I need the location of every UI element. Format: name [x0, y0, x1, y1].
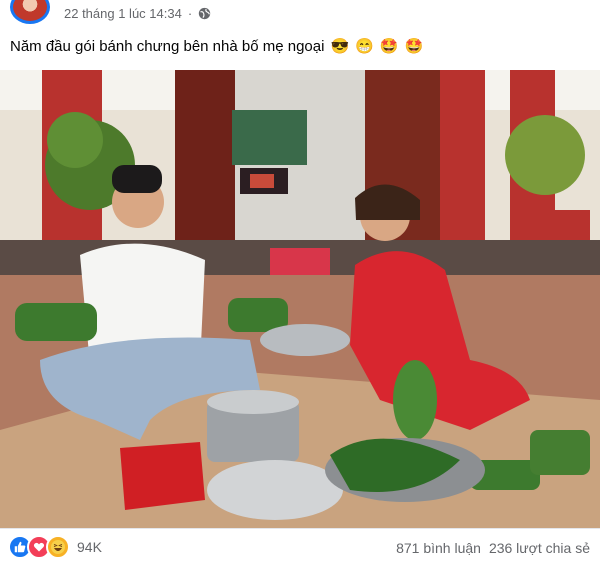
meta-separator: · — [187, 6, 193, 21]
star-eyes-emoji-icon: 🤩 — [404, 38, 424, 55]
grin-emoji-icon: 😁 — [355, 38, 374, 55]
post-meta: 22 tháng 1 lúc 14:34 · — [64, 6, 211, 21]
cool-emoji-icon: 😎 — [330, 38, 350, 55]
reaction-count: 94K — [77, 539, 102, 555]
comments-count[interactable]: 871 bình luận — [396, 540, 481, 556]
star-eyes-emoji-icon: 🤩 — [379, 38, 399, 55]
reactions-summary[interactable]: 94K — [8, 535, 102, 559]
engagement-stats: 871 bình luận 236 lượt chia sẻ — [396, 540, 590, 556]
post-caption: Năm đầu gói bánh chưng bên nhà bố mẹ ngo… — [10, 38, 423, 55]
caption-text: Năm đầu gói bánh chưng bên nhà bố mẹ ngo… — [10, 38, 325, 55]
photo-scene — [0, 70, 600, 528]
post-footer: 94K 871 bình luận 236 lượt chia sẻ — [0, 528, 600, 561]
avatar[interactable] — [10, 0, 50, 24]
haha-icon — [46, 535, 70, 559]
shares-count[interactable]: 236 lượt chia sẻ — [489, 540, 590, 556]
post-header: 22 tháng 1 lúc 14:34 · — [0, 0, 600, 34]
post-timestamp[interactable]: 22 tháng 1 lúc 14:34 — [64, 6, 182, 21]
post-photo[interactable] — [0, 70, 600, 528]
globe-icon[interactable] — [198, 7, 211, 20]
